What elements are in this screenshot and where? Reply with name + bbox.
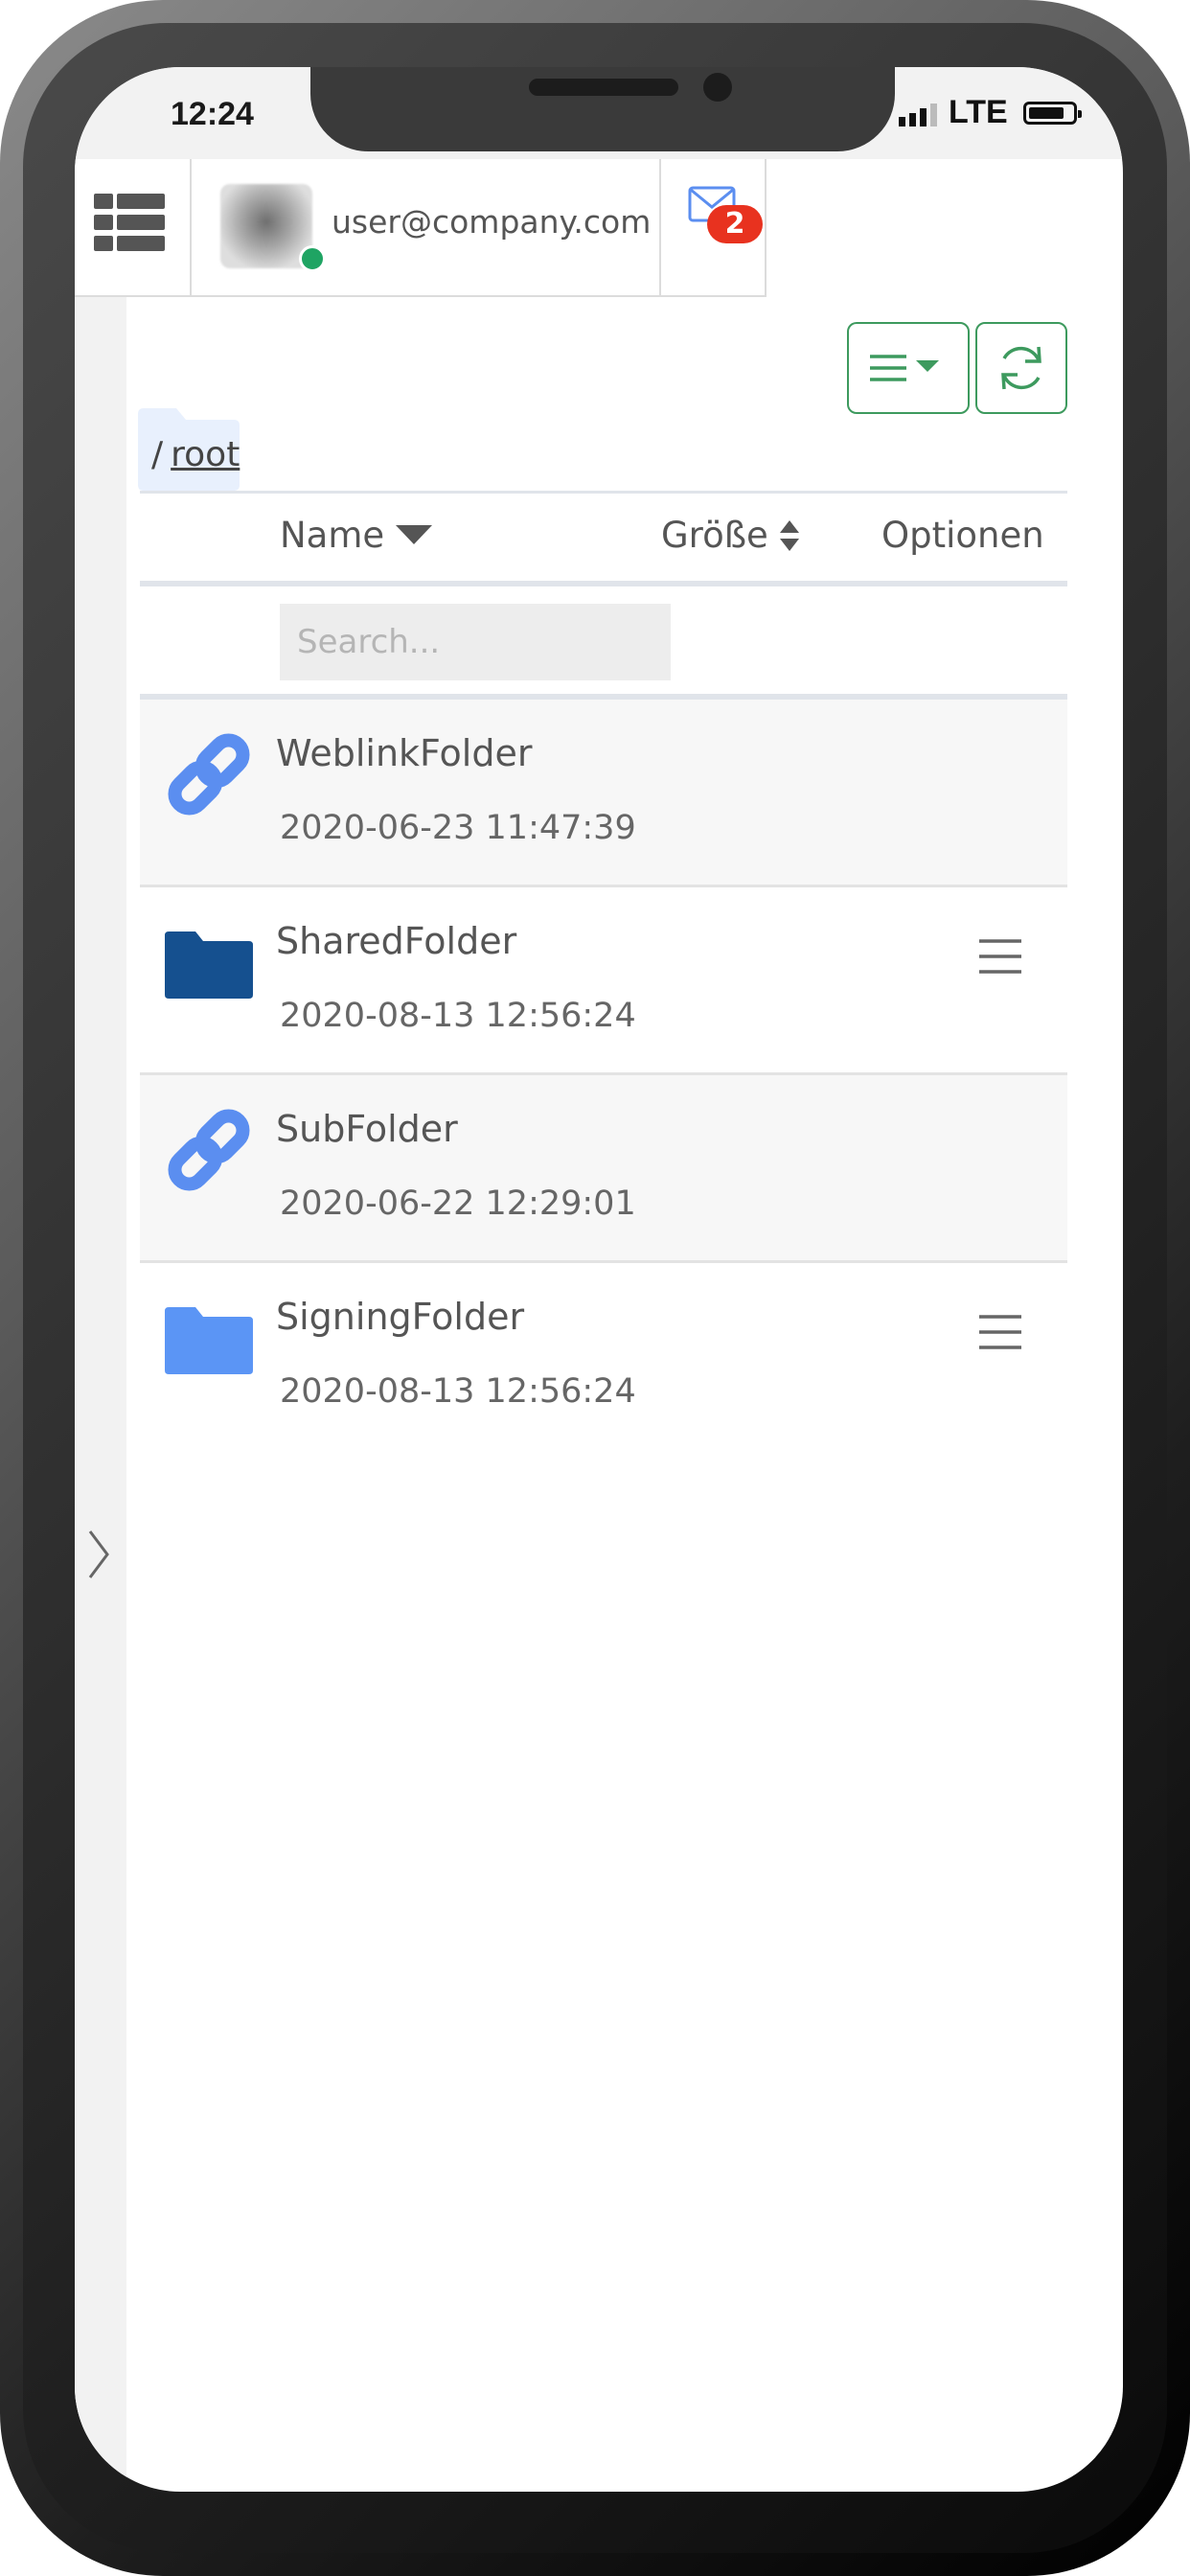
sort-descending-icon xyxy=(396,524,433,544)
column-header-name[interactable]: Name xyxy=(280,515,433,556)
battery-icon xyxy=(1023,102,1082,125)
sort-both-icon xyxy=(779,519,799,551)
notch xyxy=(310,67,895,151)
table-row[interactable]: SigningFolder 2020-08-13 12:56:24 xyxy=(140,1263,1067,1451)
table-row[interactable]: WeblinkFolder 2020-06-23 11:47:39 xyxy=(140,700,1067,887)
table-header: Name Größe Optionen xyxy=(140,491,1067,586)
column-header-options: Optionen xyxy=(881,515,1044,556)
row-options-menu-icon[interactable] xyxy=(977,937,1023,976)
table-row[interactable]: SharedFolder 2020-08-13 12:56:24 xyxy=(140,887,1067,1075)
signal-icon xyxy=(899,104,937,126)
breadcrumb-root-link[interactable]: root xyxy=(171,435,240,474)
breadcrumb: / root xyxy=(151,435,240,474)
main-menu-button[interactable] xyxy=(75,159,192,297)
screen: 12:24 LTE user@company.com 2 / root Name… xyxy=(75,67,1123,2492)
breadcrumb-separator: / xyxy=(151,435,164,474)
status-bar: 12:24 LTE xyxy=(75,67,1123,159)
online-status-dot xyxy=(299,245,326,272)
network-type: LTE xyxy=(949,94,1008,130)
item-date: 2020-06-23 11:47:39 xyxy=(280,809,636,847)
chevron-right-icon[interactable] xyxy=(84,1526,113,1583)
user-profile-button[interactable]: user@company.com xyxy=(192,159,661,297)
user-email: user@company.com xyxy=(332,203,652,241)
link-icon xyxy=(168,733,250,816)
item-name[interactable]: SubFolder xyxy=(276,1108,458,1150)
item-name[interactable]: WeblinkFolder xyxy=(276,732,532,774)
item-date: 2020-06-22 12:29:01 xyxy=(280,1184,636,1223)
search-row xyxy=(140,586,1067,700)
refresh-button[interactable] xyxy=(975,322,1067,414)
search-input[interactable] xyxy=(280,604,671,680)
table-row[interactable]: SubFolder 2020-06-22 12:29:01 xyxy=(140,1075,1067,1263)
folder-icon xyxy=(165,932,253,999)
refresh-icon xyxy=(1001,346,1041,390)
status-time: 12:24 xyxy=(171,96,254,132)
unread-count-badge: 2 xyxy=(707,205,763,243)
row-options-menu-icon[interactable] xyxy=(977,1313,1023,1351)
folder-icon xyxy=(165,1307,253,1374)
view-options-button[interactable] xyxy=(847,322,970,414)
top-bar: user@company.com 2 xyxy=(75,159,1123,297)
link-icon xyxy=(168,1109,250,1191)
grid-list-icon xyxy=(94,194,165,251)
item-name[interactable]: SharedFolder xyxy=(276,920,516,962)
item-date: 2020-08-13 12:56:24 xyxy=(280,1372,636,1411)
item-name[interactable]: SigningFolder xyxy=(276,1296,524,1338)
item-date: 2020-08-13 12:56:24 xyxy=(280,997,636,1035)
list-dropdown-icon xyxy=(870,355,939,381)
front-camera xyxy=(703,73,732,102)
speaker xyxy=(529,79,678,96)
column-header-size[interactable]: Größe xyxy=(661,515,799,556)
messages-button[interactable]: 2 xyxy=(661,159,767,297)
sidebar-rail[interactable] xyxy=(75,297,126,2492)
